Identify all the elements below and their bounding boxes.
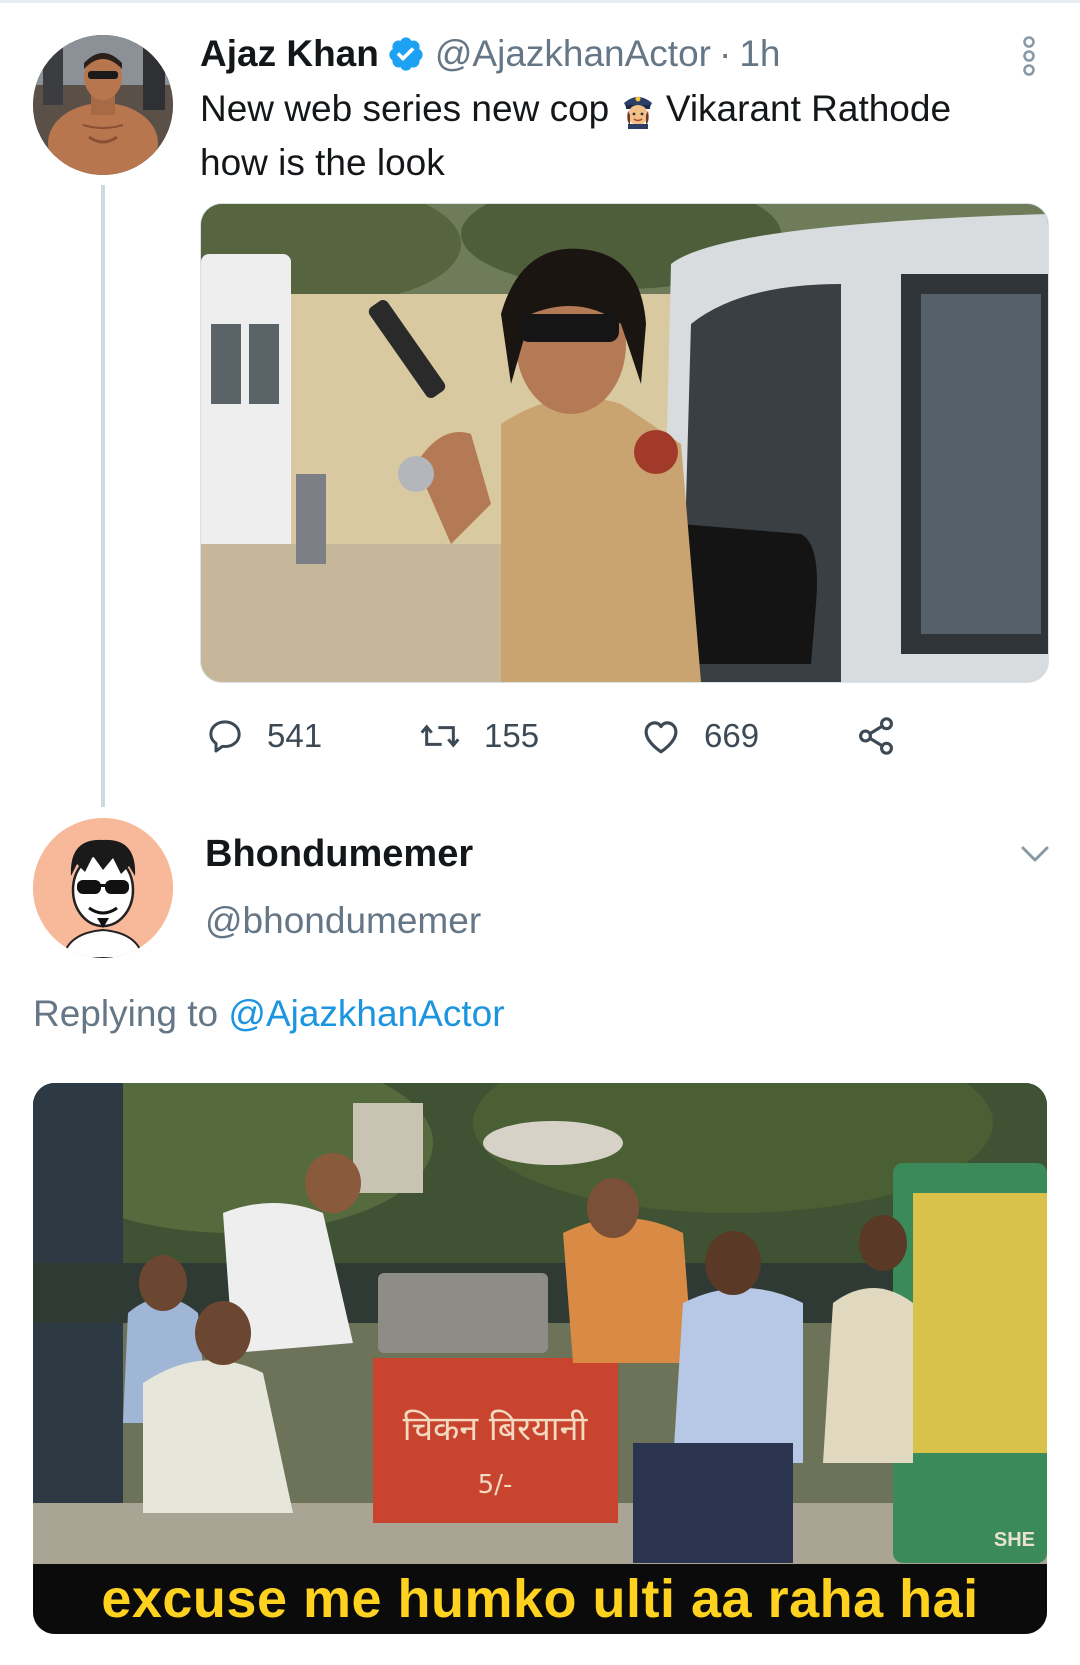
share-icon: [859, 717, 893, 755]
reply-count: 541: [267, 717, 323, 754]
meme-caption: excuse me humko ulti aa raha hai: [101, 1569, 979, 1629]
retweet-count: 155: [484, 717, 540, 754]
meme-image[interactable]: चिकन बिरयानी 5/- SHE excuse me humko ult…: [33, 1083, 1047, 1634]
replying-to-mention-link[interactable]: @AjazkhanActor: [228, 993, 504, 1034]
bhondumemer-avatar[interactable]: [33, 818, 173, 958]
tweet-timestamp[interactable]: 1h: [739, 33, 780, 75]
author-name[interactable]: Ajaz Khan: [200, 33, 379, 75]
header-separator: ·: [719, 33, 732, 74]
share-button[interactable]: [855, 708, 919, 764]
reply-author-name[interactable]: Bhondumemer: [205, 833, 473, 876]
reply-icon: [209, 720, 241, 753]
ajaz-khan-avatar[interactable]: [33, 35, 173, 175]
police-woman-emoji-icon: [623, 96, 652, 129]
tweet-action-bar: 541 155 669: [200, 708, 960, 764]
verified-badge-icon: [389, 37, 423, 71]
like-count: 669: [704, 717, 760, 754]
svg-text:5/-: 5/-: [478, 1470, 513, 1500]
tweet-text-part1: New web series new cop: [200, 88, 610, 129]
reply-author-handle[interactable]: @bhondumemer: [205, 900, 481, 942]
heart-icon: [644, 721, 678, 754]
more-options-icon[interactable]: [1016, 36, 1042, 76]
meme-watermark: SHE: [993, 1529, 1035, 1551]
replying-to-prefix: Replying to: [33, 993, 229, 1034]
like-button[interactable]: 669: [640, 708, 759, 764]
replying-to-line: Replying to @AjazkhanActor: [33, 993, 505, 1035]
tweet-header: Ajaz Khan @AjazkhanActor · 1h: [200, 30, 780, 78]
meme-caption-bar: excuse me humko ulti aa raha hai: [33, 1564, 1047, 1634]
biryani-sign-text: चिकन बिरयानी: [403, 1409, 589, 1449]
retweet-button[interactable]: 155: [418, 708, 539, 764]
chevron-down-icon[interactable]: [1018, 842, 1052, 866]
tweet-photo-cop[interactable]: [200, 203, 1049, 683]
reply-button[interactable]: 541: [205, 708, 322, 764]
tweet-text: New web series new cop Vikarant Rathode …: [200, 82, 1020, 190]
top-divider: [0, 0, 1080, 3]
author-handle[interactable]: @AjazkhanActor: [435, 33, 711, 75]
thread-connector-line: [101, 185, 105, 807]
retweet-icon: [420, 724, 460, 748]
